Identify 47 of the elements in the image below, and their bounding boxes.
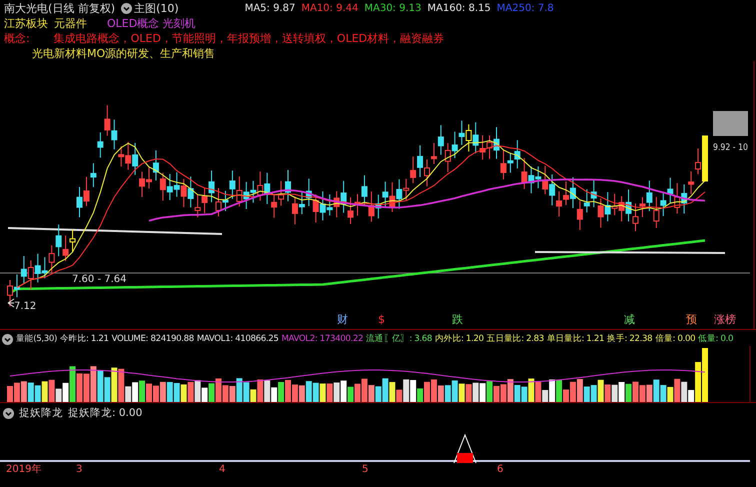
price-label: 9.92 - 10 [713,143,754,153]
chevron-down-icon[interactable] [2,334,13,344]
indicator-value: 换手: 22.38 [607,332,652,346]
indicator-value: 倍量: 0.00 [655,333,696,346]
indicator-value: MAVOL1: 410866.25 [196,333,278,346]
event-marker: 涨榜 [714,313,736,326]
moving-average-label: MA160: 8.15 [427,2,491,16]
sector-label: 江苏板块 [4,16,48,31]
indicator-value: 内外比: 1.20 [435,333,484,346]
concept-list: 集成电路概念，OLED，节能照明，年报预增，送转填权，OLED材料，融资融券 [54,31,444,46]
event-marker: 财 [337,313,348,326]
indicator-value: MAVOL2: 173400.22 [281,333,364,346]
indicator-value: 流通〖亿〗: 3.68 [366,332,432,346]
date-label: 5 [362,464,368,475]
indicator-value: VOLUME: 824190.88 [112,333,194,346]
chevron-down-icon[interactable] [121,3,132,14]
indicator-value: 今昨比: 1.21 [60,333,109,346]
event-marker: 减 [624,313,635,326]
date-label: 6 [497,464,504,475]
moving-average-label: MA10: 9.44 [301,2,358,16]
indicator-value: 五日量比: 2.83 [486,333,544,346]
moving-average-label: MA250: 7.8 [496,2,554,16]
signal-peak-drawing [454,434,476,464]
chart-selector[interactable]: 主图(10) [121,1,179,16]
panel-title: 捉妖降龙 [19,406,63,420]
event-marker: 跌 [452,313,463,326]
chevron-down-icon[interactable] [3,408,14,418]
date-label: 3 [76,464,82,475]
panel-title: 量能(5,30) [16,333,58,346]
date-label: 2019年 [6,464,42,475]
moving-average-label: MA30: 9.13 [364,2,422,16]
business-description: 光电新材料MO源的研发、生产和销售 [32,46,216,61]
theme-label: OLED概念 光刻机 [107,16,196,31]
label-box [713,111,748,136]
industry-label: 元器件 [54,16,87,31]
price-label: 7.60 - 7.64 [72,274,126,285]
arrow-icon [8,298,14,308]
moving-average-label: MA5: 9.87 [244,2,296,16]
stock-title: 南大光电(日线 前复权) [4,1,116,16]
event-marker: $ [378,313,385,326]
indicator-value: 低量: 0.0 [698,333,734,346]
concept-heading: 概念: [4,31,30,46]
date-label: 4 [219,464,226,475]
event-marker: 预 [686,313,697,326]
indicator-value: 单日量比: 1.21 [546,333,604,346]
indicator-value: 捉妖降龙: 0.00 [68,406,142,420]
price-label: 7.12 [14,301,36,312]
